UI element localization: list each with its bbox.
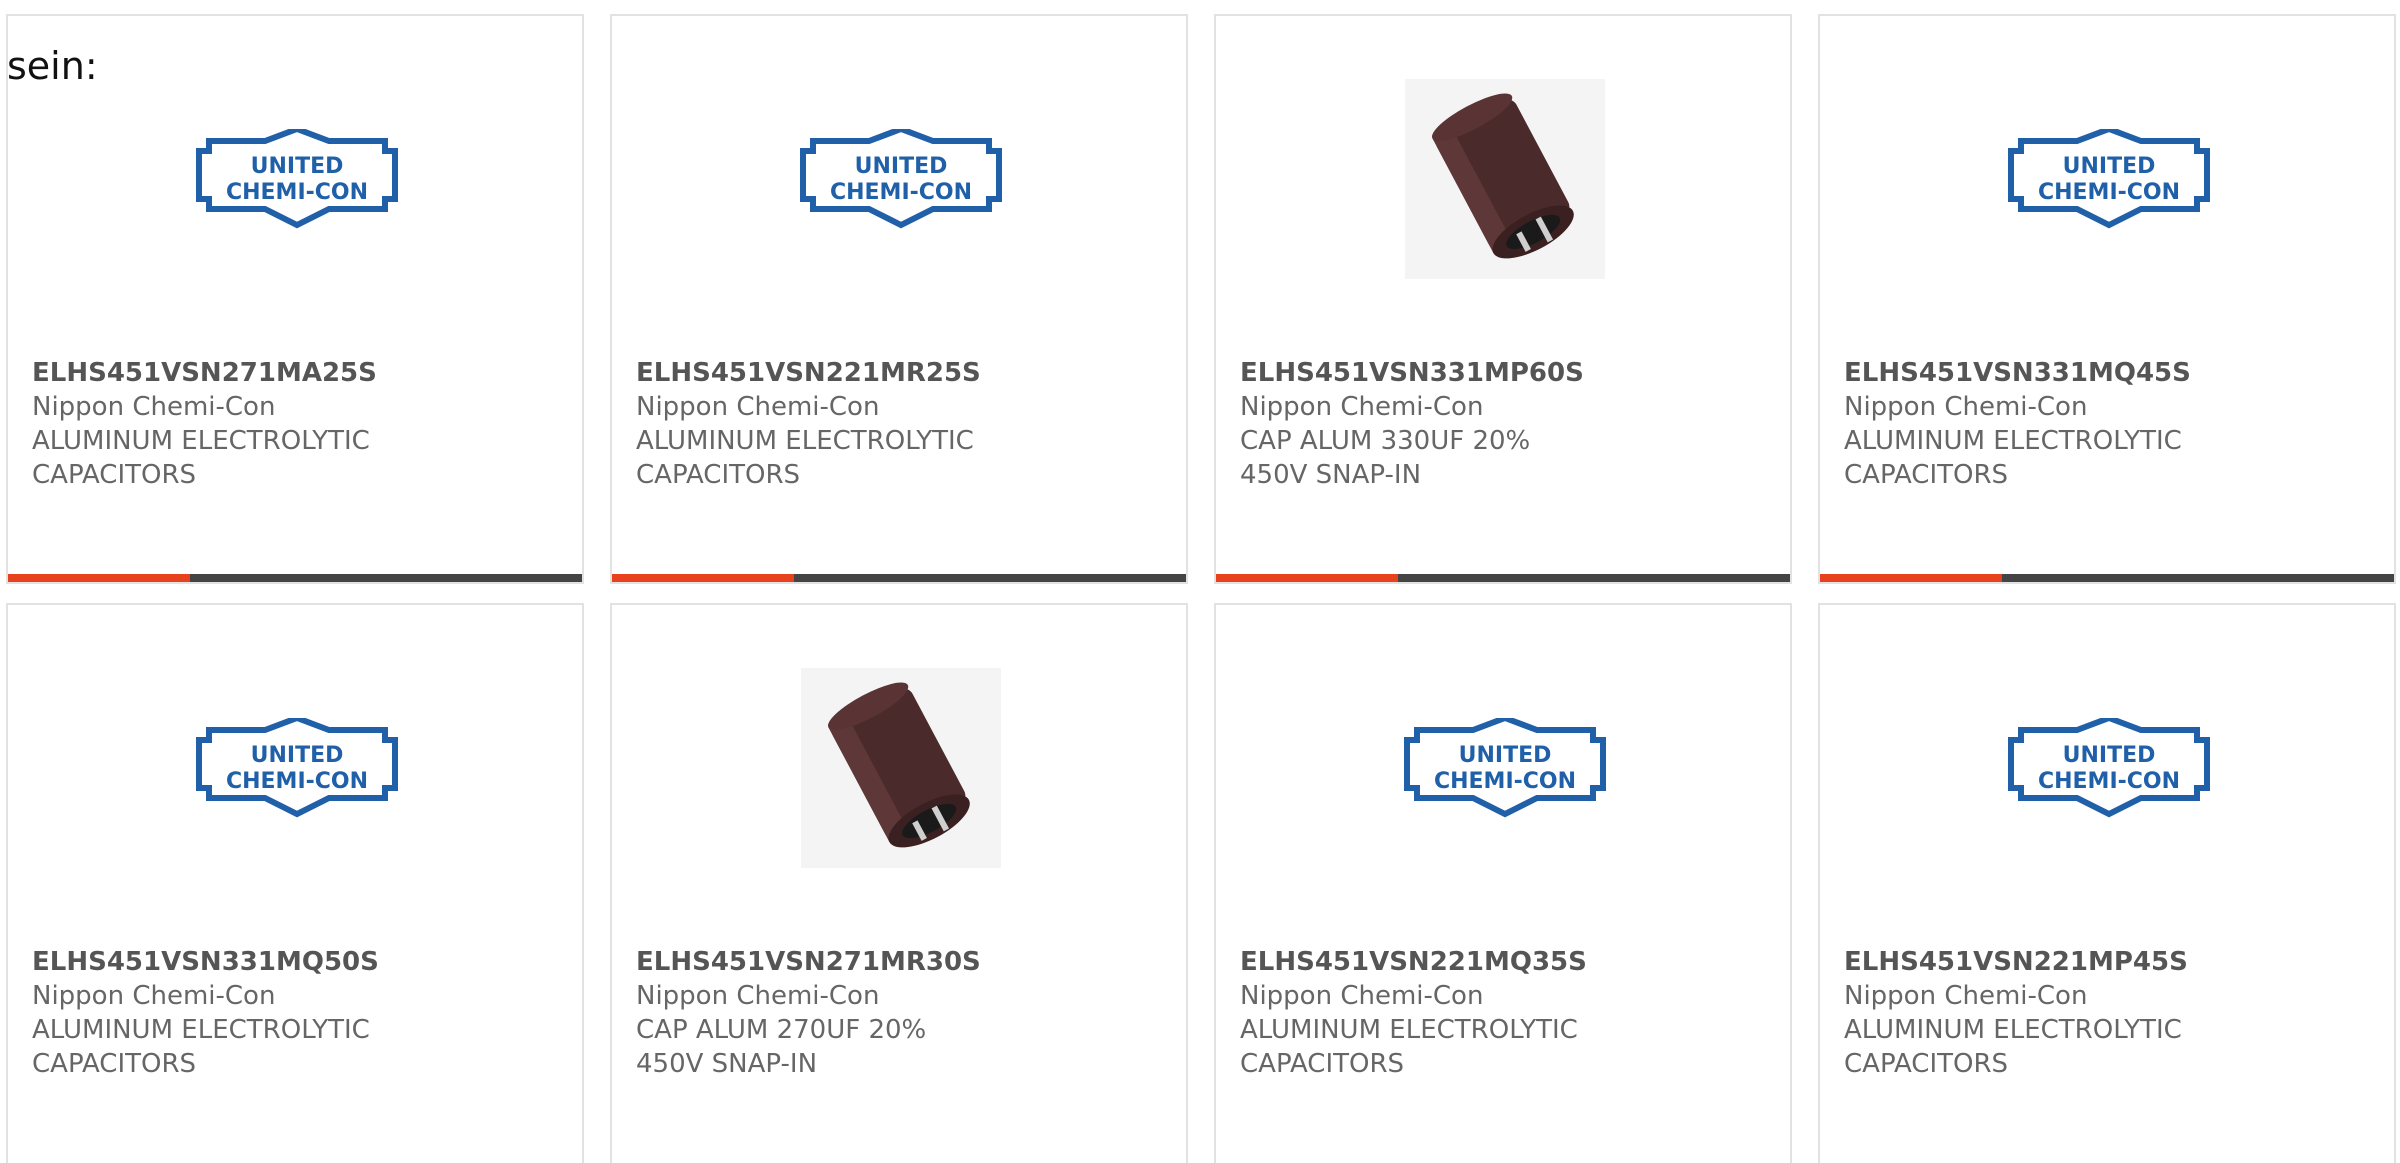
product-card[interactable]: UNITED CHEMI-CON ELHS451VSN221MR25S Nipp… bbox=[610, 14, 1188, 584]
united-chemi-con-logo: UNITED CHEMI-CON bbox=[194, 76, 400, 282]
part-number[interactable]: ELHS451VSN221MQ35S bbox=[1240, 945, 1760, 979]
description: ALUMINUM ELECTROLYTIC CAPACITORS bbox=[1844, 1015, 2182, 1079]
manufacturer: Nippon Chemi-Con bbox=[32, 981, 276, 1011]
card-accent-bar bbox=[1820, 574, 2002, 582]
svg-text:CHEMI-CON: CHEMI-CON bbox=[226, 769, 368, 794]
manufacturer: Nippon Chemi-Con bbox=[1844, 981, 2088, 1011]
part-number[interactable]: ELHS451VSN221MR25S bbox=[636, 356, 1156, 390]
card-bottom-bar bbox=[8, 574, 582, 582]
manufacturer: Nippon Chemi-Con bbox=[636, 392, 880, 422]
description: ALUMINUM ELECTROLYTIC CAPACITORS bbox=[32, 426, 370, 490]
part-number[interactable]: ELHS451VSN221MP45S bbox=[1844, 945, 2364, 979]
description: ALUMINUM ELECTROLYTIC CAPACITORS bbox=[1844, 426, 2182, 490]
svg-text:CHEMI-CON: CHEMI-CON bbox=[2038, 180, 2180, 205]
united-chemi-con-logo: UNITED CHEMI-CON bbox=[798, 76, 1004, 282]
card-accent-bar bbox=[612, 574, 794, 582]
description: ALUMINUM ELECTROLYTIC CAPACITORS bbox=[32, 1015, 370, 1079]
description: ALUMINUM ELECTROLYTIC CAPACITORS bbox=[636, 426, 974, 490]
product-card[interactable]: UNITED CHEMI-CON ELHS451VSN271MA25S Nipp… bbox=[6, 14, 584, 584]
svg-text:CHEMI-CON: CHEMI-CON bbox=[830, 180, 972, 205]
part-number[interactable]: ELHS451VSN331MQ45S bbox=[1844, 356, 2364, 390]
united-chemi-con-logo: UNITED CHEMI-CON bbox=[1402, 665, 1608, 871]
svg-text:UNITED: UNITED bbox=[2063, 743, 2156, 768]
product-card[interactable]: ELHS451VSN271MR30S Nippon Chemi-Con CAP … bbox=[610, 603, 1188, 1163]
svg-text:CHEMI-CON: CHEMI-CON bbox=[226, 180, 368, 205]
svg-text:UNITED: UNITED bbox=[2063, 154, 2156, 179]
product-card[interactable]: UNITED CHEMI-CON ELHS451VSN331MQ45S Nipp… bbox=[1818, 14, 2396, 584]
description: ALUMINUM ELECTROLYTIC CAPACITORS bbox=[1240, 1015, 1578, 1079]
card-bottom-bar bbox=[1820, 574, 2394, 582]
product-card[interactable]: UNITED CHEMI-CON ELHS451VSN221MP45S Nipp… bbox=[1818, 603, 2396, 1163]
capacitor-photo bbox=[798, 665, 1004, 871]
part-number[interactable]: ELHS451VSN271MR30S bbox=[636, 945, 1156, 979]
manufacturer: Nippon Chemi-Con bbox=[1844, 392, 2088, 422]
svg-text:CHEMI-CON: CHEMI-CON bbox=[2038, 769, 2180, 794]
svg-text:UNITED: UNITED bbox=[855, 154, 948, 179]
manufacturer: Nippon Chemi-Con bbox=[636, 981, 880, 1011]
svg-text:CHEMI-CON: CHEMI-CON bbox=[1434, 769, 1576, 794]
manufacturer: Nippon Chemi-Con bbox=[1240, 392, 1484, 422]
product-card[interactable]: ELHS451VSN331MP60S Nippon Chemi-Con CAP … bbox=[1214, 14, 1792, 584]
description: CAP ALUM 270UF 20% 450V SNAP-IN bbox=[636, 1015, 927, 1079]
description: CAP ALUM 330UF 20% 450V SNAP-IN bbox=[1240, 426, 1531, 490]
manufacturer: Nippon Chemi-Con bbox=[32, 392, 276, 422]
manufacturer: Nippon Chemi-Con bbox=[1240, 981, 1484, 1011]
part-number[interactable]: ELHS451VSN331MQ50S bbox=[32, 945, 552, 979]
card-bottom-bar bbox=[612, 574, 1186, 582]
product-grid-page: sein: UNITED CHEMI-CON ELHS451VSN271MA25… bbox=[0, 0, 2400, 1163]
part-number[interactable]: ELHS451VSN331MP60S bbox=[1240, 356, 1760, 390]
united-chemi-con-logo: UNITED CHEMI-CON bbox=[2006, 76, 2212, 282]
svg-text:UNITED: UNITED bbox=[251, 743, 344, 768]
svg-text:UNITED: UNITED bbox=[1459, 743, 1552, 768]
product-card[interactable]: UNITED CHEMI-CON ELHS451VSN331MQ50S Nipp… bbox=[6, 603, 584, 1163]
part-number[interactable]: ELHS451VSN271MA25S bbox=[32, 356, 552, 390]
svg-text:UNITED: UNITED bbox=[251, 154, 344, 179]
capacitor-photo bbox=[1402, 76, 1608, 282]
united-chemi-con-logo: UNITED CHEMI-CON bbox=[194, 665, 400, 871]
card-bottom-bar bbox=[1216, 574, 1790, 582]
product-card[interactable]: UNITED CHEMI-CON ELHS451VSN221MQ35S Nipp… bbox=[1214, 603, 1792, 1163]
lead-text: sein: bbox=[7, 44, 98, 88]
card-accent-bar bbox=[1216, 574, 1398, 582]
united-chemi-con-logo: UNITED CHEMI-CON bbox=[2006, 665, 2212, 871]
card-accent-bar bbox=[8, 574, 190, 582]
